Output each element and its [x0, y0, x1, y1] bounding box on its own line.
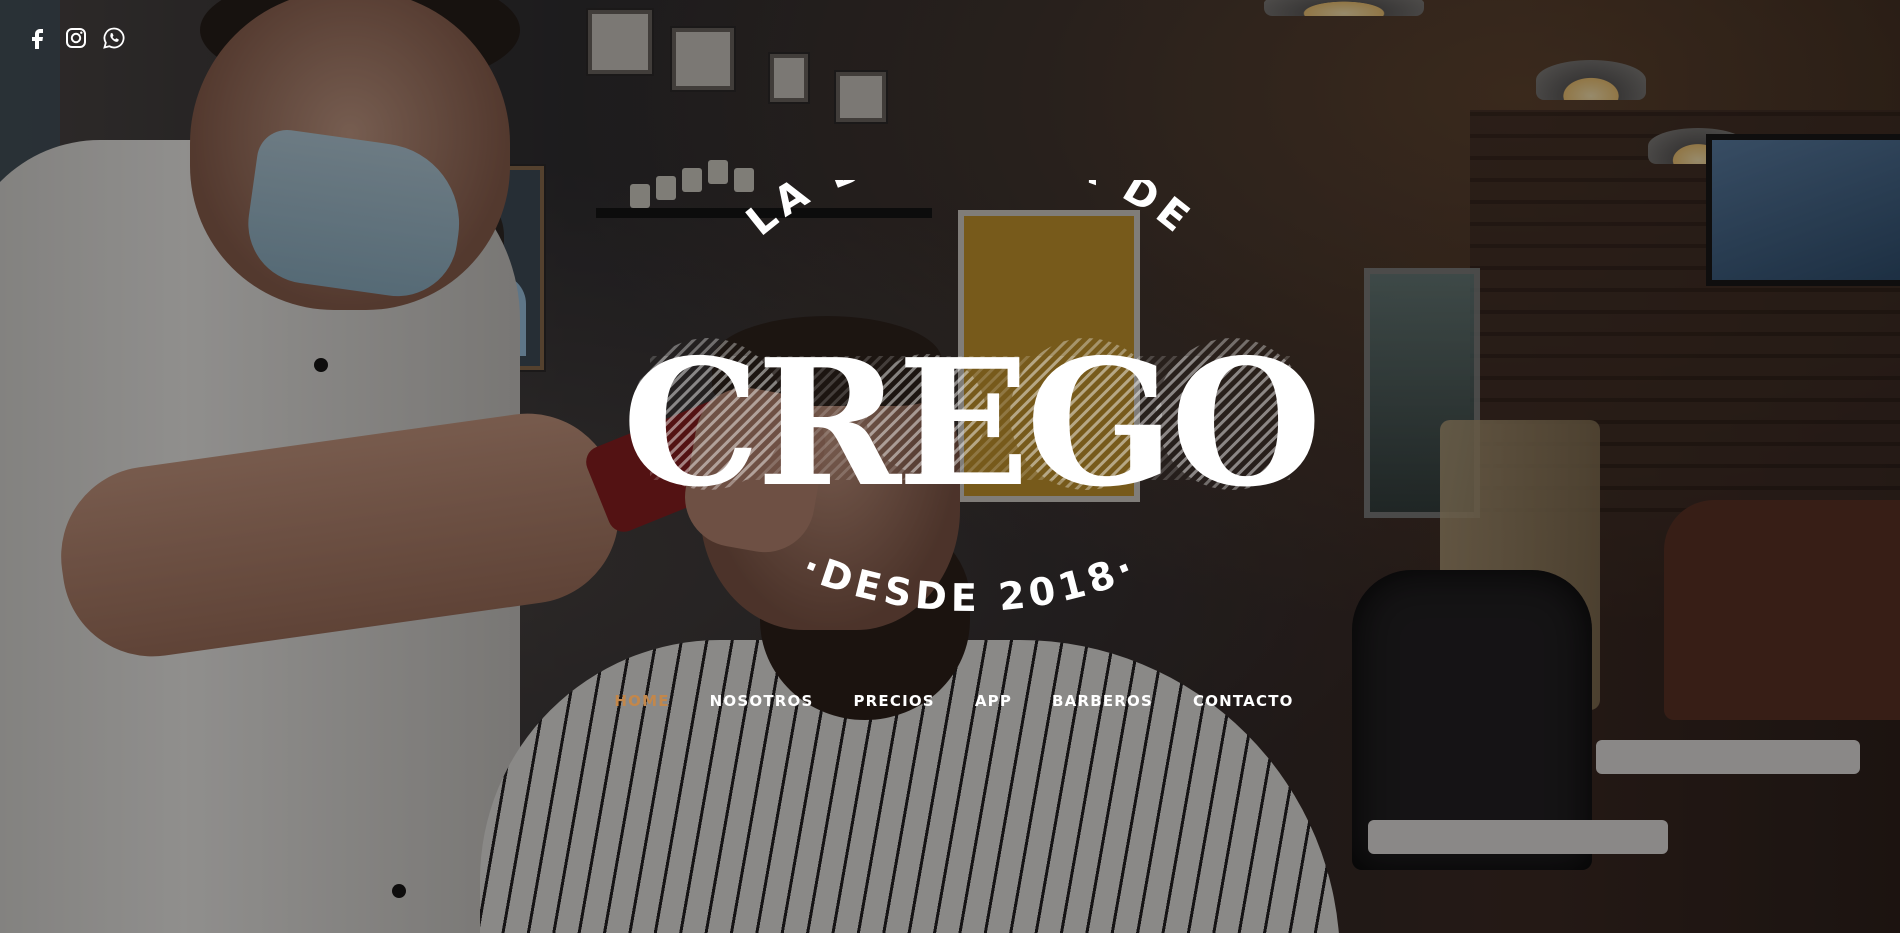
- svg-text:·DESDE 2018·: ·DESDE 2018·: [796, 543, 1144, 620]
- logo-top-arc-text: LA BARBERÍA DE: [738, 180, 1196, 245]
- crego-logo: LA BARBERÍA DE CREGO ·DESDE 2018·: [622, 180, 1322, 620]
- nav-item-contacto[interactable]: CONTACTO: [1193, 692, 1294, 710]
- main-nav: HOME NOSOTROS PRECIOS APP BARBEROS CONTA…: [0, 692, 1900, 710]
- svg-text:LA BARBERÍA DE: LA BARBERÍA DE: [738, 180, 1202, 245]
- logo-name: CREGO: [622, 322, 1318, 526]
- nav-item-app[interactable]: APP: [975, 692, 1012, 710]
- nav-item-home[interactable]: HOME: [614, 692, 669, 710]
- whatsapp-icon[interactable]: [102, 26, 126, 50]
- social-links: [26, 26, 126, 50]
- nav-item-precios[interactable]: PRECIOS: [853, 692, 934, 710]
- hero-section: LA BARBERÍA DE CREGO ·DESDE 2018· HOME N…: [0, 0, 1900, 933]
- nav-item-barberos[interactable]: BARBEROS: [1052, 692, 1153, 710]
- facebook-icon[interactable]: [26, 26, 50, 50]
- logo-bottom-arc-text: ·DESDE 2018·: [796, 543, 1139, 620]
- nav-item-nosotros[interactable]: NOSOTROS: [710, 692, 814, 710]
- instagram-icon[interactable]: [64, 26, 88, 50]
